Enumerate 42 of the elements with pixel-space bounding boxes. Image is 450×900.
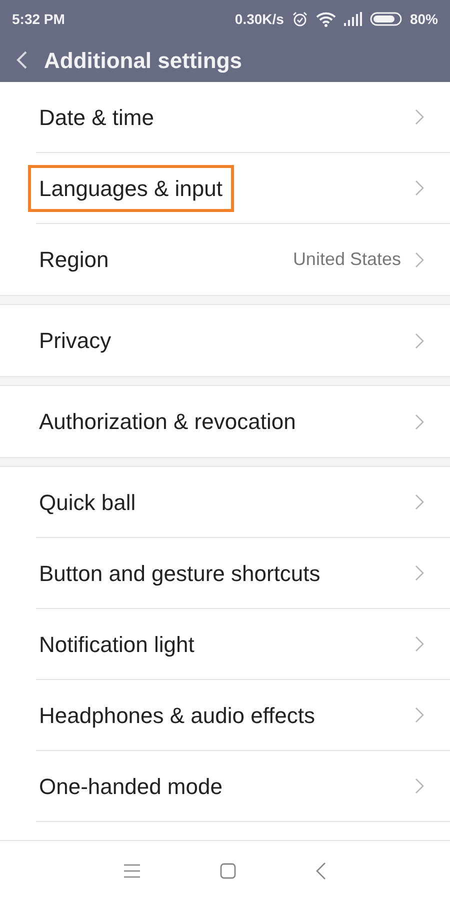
network-speed: 0.30K/s [234, 10, 284, 28]
chevron-icon [415, 636, 424, 652]
page-title: Additional settings [44, 46, 242, 75]
settings-row[interactable]: One-handed mode [0, 751, 450, 822]
setting-label: Notification light [38, 630, 196, 659]
back-icon[interactable] [316, 862, 326, 880]
settings-row[interactable]: Headphones & audio effects [0, 680, 450, 751]
setting-label: Button and gesture shortcuts [38, 560, 322, 588]
settings-row[interactable]: Region United States [0, 224, 450, 295]
settings-row[interactable]: Authorization & revocation [0, 386, 450, 457]
settings-row[interactable]: Date & time [0, 82, 450, 153]
battery-icon [370, 12, 402, 26]
home-icon[interactable] [220, 862, 236, 878]
alarm-icon [292, 11, 308, 27]
chevron-icon [415, 494, 424, 510]
signal-icon [344, 12, 362, 26]
chevron-icon [415, 414, 424, 430]
settings-row[interactable]: Languages & input [0, 153, 450, 224]
setting-label: Quick ball [38, 488, 137, 516]
setting-value: United States [292, 248, 401, 271]
status-time: 5:32 PM [12, 10, 65, 28]
settings-row[interactable]: Button and gesture shortcuts [0, 538, 450, 609]
chevron-icon [415, 180, 424, 196]
setting-label: Region [38, 246, 110, 274]
menu-icon[interactable] [124, 864, 140, 878]
chevron-icon [415, 332, 424, 348]
setting-label: Authorization & revocation [38, 408, 297, 436]
settings-row[interactable]: Quick ball [0, 467, 450, 538]
setting-label: Privacy [38, 327, 112, 355]
setting-label: Date & time [38, 104, 155, 132]
chevron-icon [415, 109, 424, 125]
chevron-icon [415, 565, 424, 581]
wifi-icon [316, 11, 336, 27]
setting-label: Headphones & audio effects [38, 702, 316, 730]
battery-percentage: 80% [410, 10, 438, 28]
setting-label: Languages & input [28, 164, 234, 212]
settings-row[interactable]: Privacy [0, 305, 450, 376]
chevron-icon [415, 778, 424, 794]
chevron-icon [415, 252, 424, 268]
setting-label: One-handed mode [38, 772, 224, 800]
chevron-icon [415, 707, 424, 723]
settings-row[interactable]: Notification light [0, 609, 450, 680]
